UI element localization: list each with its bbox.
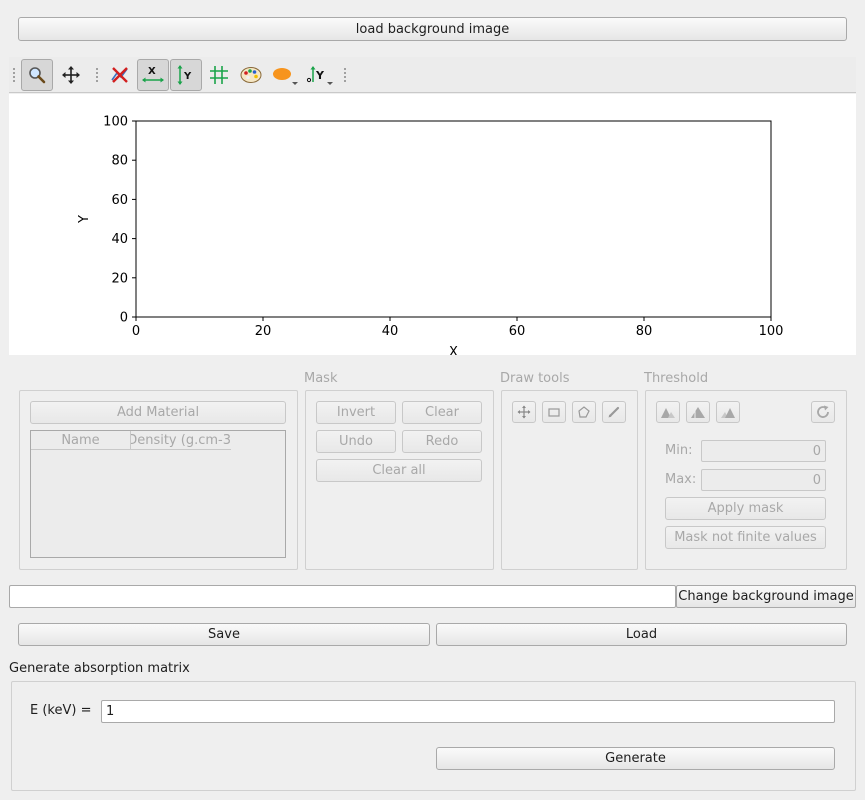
draw-polygon-button[interactable] — [572, 401, 596, 423]
svg-text:X: X — [148, 66, 156, 77]
y-axis-side-icon: Y — [306, 66, 333, 85]
x-tick-label: 20 — [255, 324, 272, 339]
colormap-button[interactable] — [235, 59, 267, 91]
x-autoscale-button[interactable]: X — [137, 59, 169, 91]
draw-pencil-button[interactable] — [602, 401, 626, 423]
invert-mask-button[interactable]: Invert — [316, 401, 396, 424]
column-header-name[interactable]: Name — [31, 431, 131, 449]
background-path-input[interactable] — [9, 585, 676, 608]
energy-label: E (keV) = — [30, 703, 92, 718]
pan-icon — [62, 66, 80, 84]
clear-all-button[interactable]: Clear all — [316, 459, 482, 482]
refresh-icon — [817, 405, 829, 418]
plot-frame — [135, 120, 772, 318]
column-header-density[interactable]: Density (g.cm-3 — [131, 431, 231, 449]
x-axis-icon: X — [142, 66, 164, 83]
clear-marker-icon — [111, 67, 128, 83]
curve-style-button[interactable] — [268, 59, 300, 91]
rectangle-icon — [548, 408, 560, 417]
load-background-image-button[interactable]: load background image — [18, 17, 847, 41]
pan-icon — [517, 405, 531, 419]
histogram-high-icon — [721, 408, 735, 418]
draw-tools-group-title: Draw tools — [500, 371, 570, 386]
toolbar-grip[interactable] — [12, 67, 16, 83]
min-threshold-input[interactable] — [701, 440, 826, 462]
y-axis-side-button[interactable]: Y — [303, 59, 335, 91]
clear-markers-button[interactable] — [104, 59, 136, 91]
histogram-low-icon — [661, 408, 675, 418]
toolbar-grip[interactable] — [343, 67, 347, 83]
x-tick-label: 0 — [132, 324, 140, 339]
pan-button[interactable] — [55, 59, 87, 91]
grid-button[interactable] — [203, 59, 235, 91]
apply-mask-button[interactable]: Apply mask — [665, 497, 826, 520]
y-autoscale-button[interactable]: Y — [170, 59, 202, 91]
absorption-group — [11, 681, 856, 791]
y-axis-label: Y — [77, 215, 92, 224]
threshold-between-button[interactable] — [686, 401, 710, 423]
redo-button[interactable]: Redo — [402, 430, 482, 453]
y-tick-label: 60 — [111, 193, 128, 208]
x-tick-label: 80 — [636, 324, 653, 339]
draw-rectangle-button[interactable] — [542, 401, 566, 423]
y-tick-label: 20 — [111, 271, 128, 286]
draw-pan-button[interactable] — [512, 401, 536, 423]
y-tick-label: 80 — [111, 154, 128, 169]
grid-icon — [210, 66, 228, 84]
save-button[interactable]: Save — [18, 623, 430, 646]
materials-table-header: Name Density (g.cm-3 — [31, 431, 231, 450]
absorption-section-title: Generate absorption matrix — [9, 661, 190, 676]
undo-button[interactable]: Undo — [316, 430, 396, 453]
threshold-below-button[interactable] — [656, 401, 680, 423]
plot-area[interactable]: 0 20 40 60 80 100 0 20 40 60 80 100 X Y — [9, 94, 856, 361]
polygon-icon — [578, 406, 590, 418]
plot-toolbar: X Y Y — [9, 57, 856, 93]
svg-text:Y: Y — [315, 69, 325, 82]
energy-input[interactable] — [101, 700, 835, 723]
colormap-icon — [240, 67, 262, 83]
histogram-mid-icon — [691, 407, 705, 418]
x-axis-label: X — [449, 345, 458, 355]
threshold-group-title: Threshold — [644, 371, 709, 386]
mask-group-title: Mask — [304, 371, 338, 386]
y-tick-label: 40 — [111, 232, 128, 247]
max-threshold-input[interactable] — [701, 469, 826, 491]
x-tick-label: 60 — [509, 324, 526, 339]
svg-text:Y: Y — [183, 71, 192, 82]
add-material-button[interactable]: Add Material — [30, 401, 286, 424]
y-tick-label: 0 — [120, 311, 128, 326]
mask-not-finite-button[interactable]: Mask not finite values — [665, 526, 826, 549]
y-tick-label: 100 — [103, 115, 128, 130]
change-background-button[interactable]: Change background image — [676, 585, 856, 608]
max-label: Max: — [665, 472, 697, 487]
curve-style-icon — [273, 68, 298, 85]
y-axis-icon: Y — [177, 65, 192, 85]
load-button[interactable]: Load — [436, 623, 847, 646]
zoom-button[interactable] — [21, 59, 53, 91]
pencil-icon — [608, 406, 620, 418]
clear-mask-button[interactable]: Clear — [402, 401, 482, 424]
refresh-threshold-button[interactable] — [811, 401, 835, 423]
toolbar-grip[interactable] — [95, 67, 99, 83]
zoom-icon — [29, 67, 46, 84]
x-tick-label: 40 — [382, 324, 399, 339]
threshold-above-button[interactable] — [716, 401, 740, 423]
generate-button[interactable]: Generate — [436, 747, 835, 770]
materials-table[interactable]: Name Density (g.cm-3 — [30, 430, 286, 558]
plot-chart[interactable]: 0 20 40 60 80 100 0 20 40 60 80 100 X Y — [9, 94, 856, 361]
min-label: Min: — [665, 443, 693, 458]
x-tick-label: 100 — [759, 324, 784, 339]
